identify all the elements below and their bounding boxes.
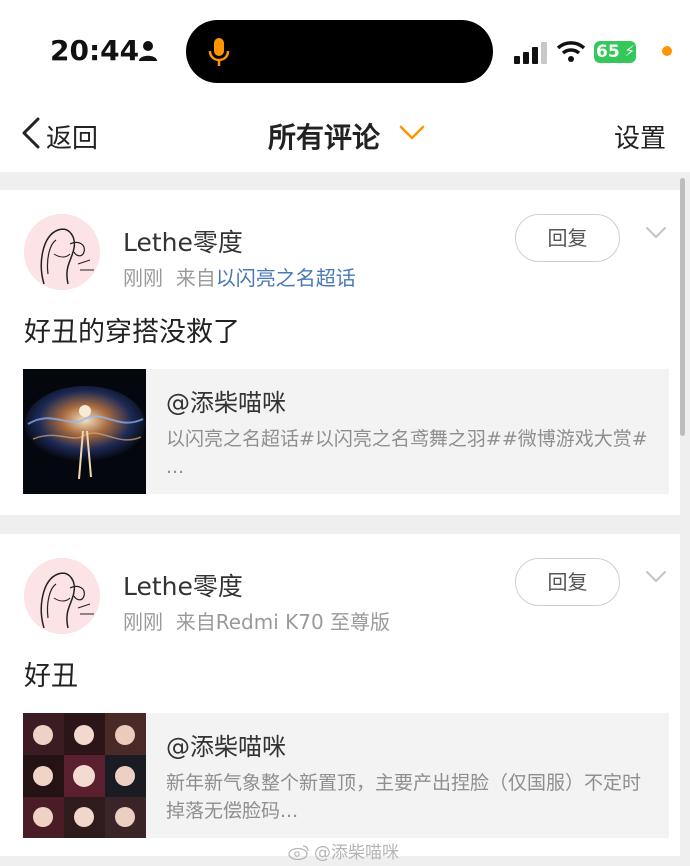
source-device: Redmi K70 至尊版	[215, 610, 391, 634]
status-bar: 20:44 65 ⚡	[0, 0, 690, 100]
status-time: 20:44	[50, 34, 140, 67]
shared-post-card[interactable]: @添柴喵咪 新年新气象整个新置顶，主要产出捏脸（仅国服）不定时掉落无偿脸码...	[23, 713, 669, 838]
source-link[interactable]: 以闪亮之名超话	[216, 266, 356, 290]
shared-post-author: @添柴喵咪	[166, 389, 286, 417]
charging-bolt-icon: ⚡	[624, 42, 635, 60]
weibo-icon	[288, 845, 309, 860]
shared-post-author: @添柴喵咪	[166, 733, 286, 761]
avatar[interactable]	[24, 214, 100, 290]
battery-level: 65	[596, 42, 620, 62]
shared-post-thumbnail	[23, 713, 146, 838]
comment-text: 好丑	[24, 661, 78, 692]
reply-button[interactable]: 回复	[515, 558, 620, 606]
watermark: @添柴喵咪	[288, 838, 399, 863]
wifi-icon	[557, 41, 585, 62]
person-icon	[139, 41, 157, 61]
source-prefix: 来自	[175, 266, 216, 290]
chevron-down-icon[interactable]	[399, 124, 425, 142]
comment-text: 好丑的穿搭没救了	[24, 317, 240, 348]
username[interactable]: Lethe零度	[123, 567, 243, 603]
chevron-down-icon[interactable]	[645, 570, 667, 584]
reply-button[interactable]: 回复	[515, 214, 620, 262]
page-title[interactable]: 所有评论	[268, 116, 380, 156]
microphone-icon	[208, 38, 230, 66]
comment-meta: 刚刚 来自以闪亮之名超话	[123, 262, 356, 291]
battery-indicator: 65 ⚡	[594, 41, 636, 63]
signal-icon	[514, 42, 547, 64]
comment-card: Lethe零度 刚刚 来自以闪亮之名超话 回复 好丑的穿搭没救了 @添柴喵咪 以…	[0, 190, 680, 515]
back-button[interactable]: 返回	[46, 118, 98, 155]
shared-post-thumbnail	[23, 369, 146, 494]
privacy-indicator-dot	[662, 46, 672, 56]
shared-post-description: 新年新气象整个新置顶，主要产出捏脸（仅国服）不定时掉落无偿脸码...	[166, 772, 642, 822]
nav-bar: 返回 所有评论 设置	[0, 100, 690, 172]
username[interactable]: Lethe零度	[123, 223, 243, 259]
shared-post-description: 以闪亮之名超话#以闪亮之名鸢舞之羽##微博游戏大赏# ...	[166, 428, 648, 478]
comment-card: Lethe零度 刚刚 来自Redmi K70 至尊版 回复 好丑 @添柴喵咪 新…	[0, 534, 680, 856]
source-prefix: 来自	[175, 610, 216, 634]
dynamic-island	[186, 20, 493, 83]
watermark-text: @添柴喵咪	[314, 843, 399, 863]
comment-time: 刚刚	[123, 610, 163, 634]
shared-post-card[interactable]: @添柴喵咪 以闪亮之名超话#以闪亮之名鸢舞之羽##微博游戏大赏# ...	[23, 369, 669, 494]
back-chevron-icon[interactable]	[20, 116, 42, 150]
chevron-down-icon[interactable]	[645, 226, 667, 240]
comment-meta: 刚刚 来自Redmi K70 至尊版	[123, 606, 390, 635]
avatar[interactable]	[24, 558, 100, 634]
scrollbar[interactable]	[680, 178, 685, 436]
settings-button[interactable]: 设置	[614, 118, 666, 155]
comment-time: 刚刚	[123, 266, 163, 290]
